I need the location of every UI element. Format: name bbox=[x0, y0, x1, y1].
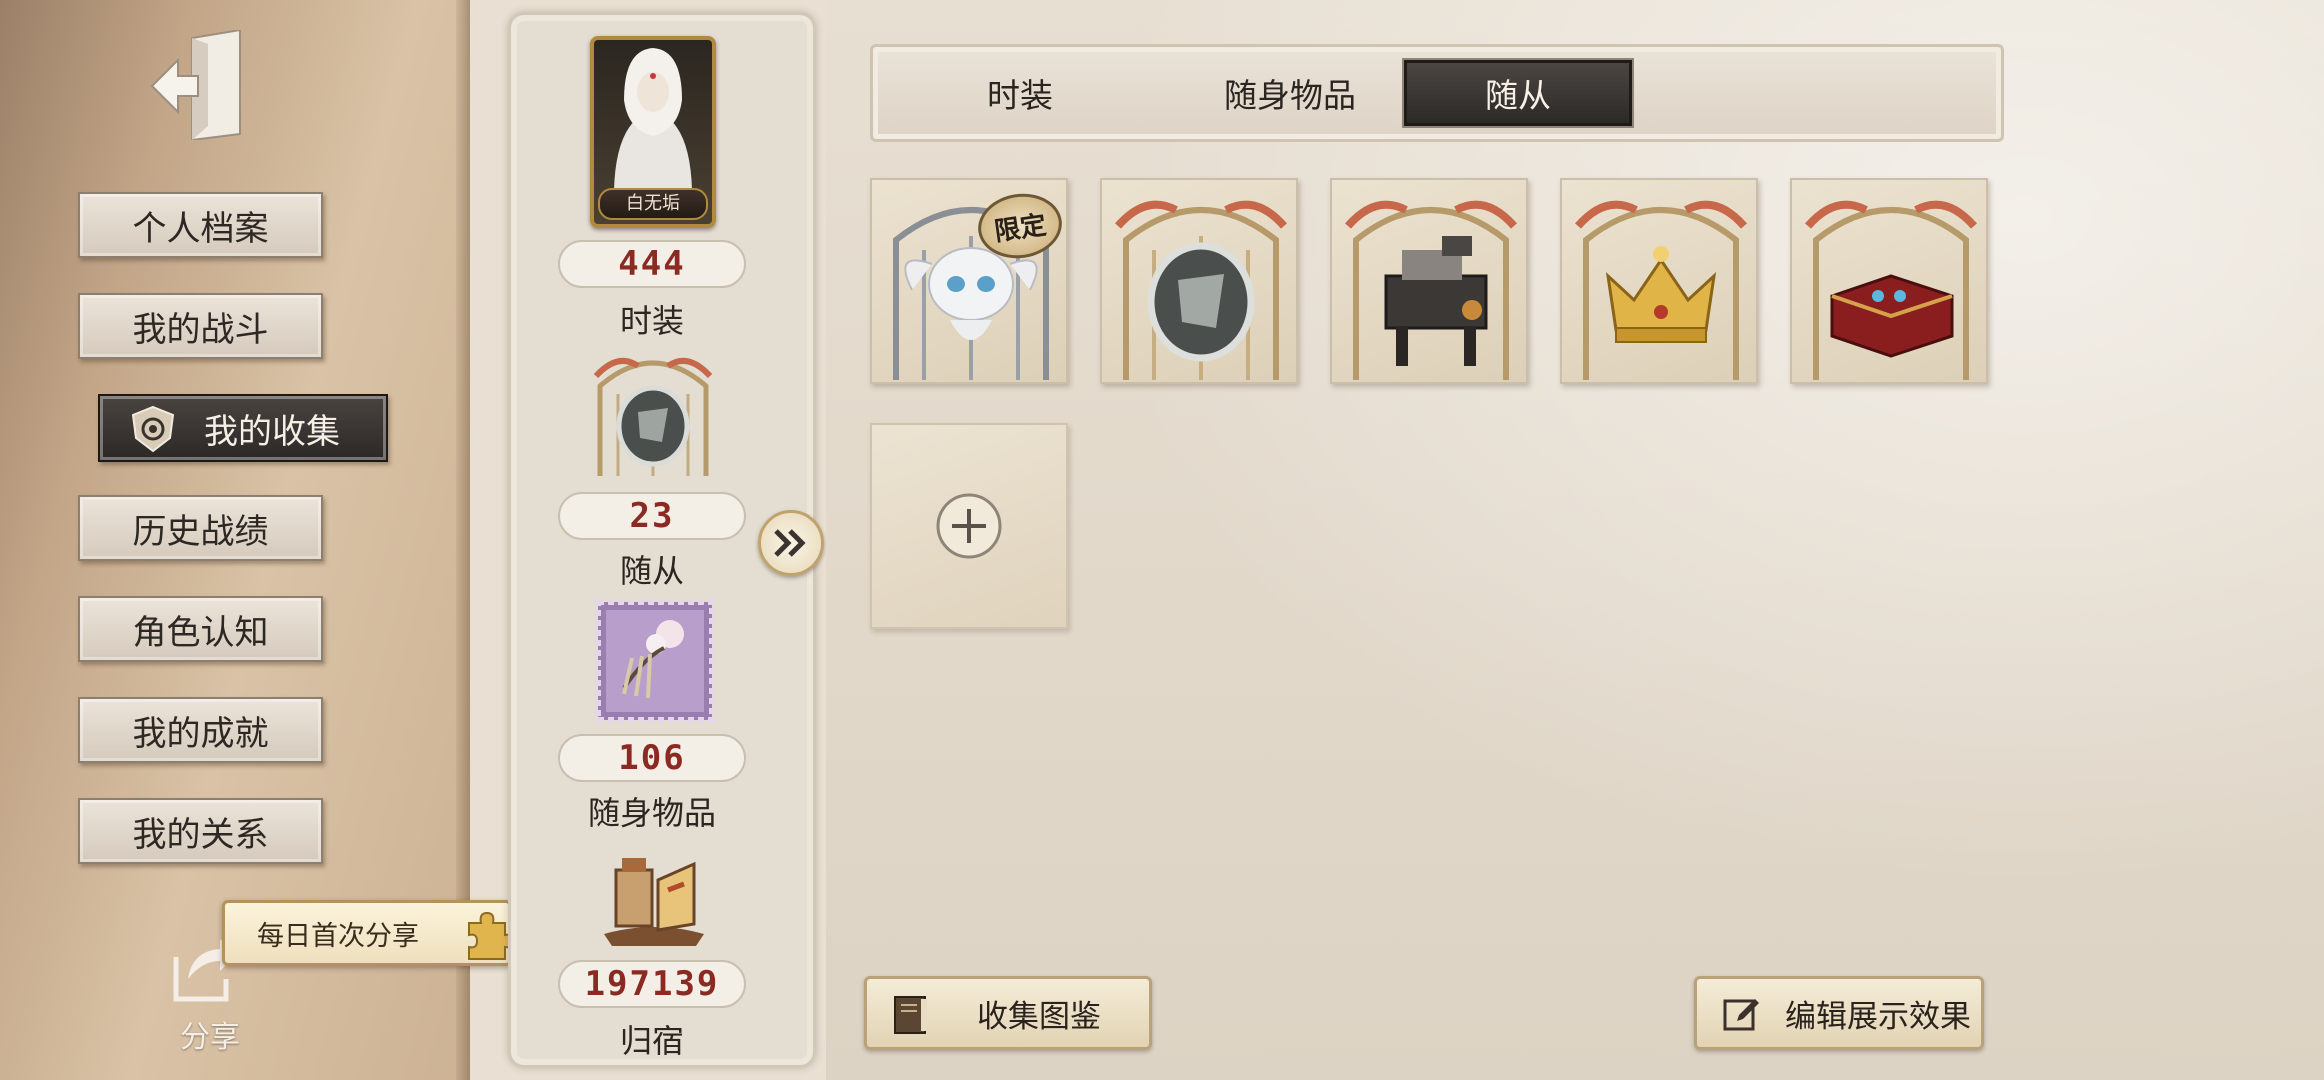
nav-item-achievements[interactable]: 我的成就 bbox=[78, 697, 323, 763]
tab-accessories[interactable]: 随身物品 bbox=[1180, 60, 1400, 126]
character-name: 白无垢 bbox=[598, 188, 708, 220]
book-icon bbox=[889, 993, 933, 1045]
expand-chevron-button[interactable] bbox=[758, 510, 824, 576]
hair-ornament-item-icon[interactable] bbox=[594, 598, 716, 724]
daily-share-text: 每日首次分享 bbox=[257, 920, 419, 952]
nav-item-label: 我的成就 bbox=[132, 713, 269, 754]
silver-mirror-pet-icon[interactable] bbox=[1100, 178, 1298, 384]
nav-item-profile[interactable]: 个人档案 bbox=[78, 192, 323, 258]
edit-pencil-icon bbox=[1719, 993, 1763, 1045]
tab-pets[interactable]: 随从 bbox=[1404, 60, 1632, 126]
nav-item-relations[interactable]: 我的关系 bbox=[78, 798, 323, 864]
nav-item-label: 我的收集 bbox=[204, 411, 340, 452]
share-label: 分享 bbox=[180, 1020, 240, 1055]
costume-label: 时装 bbox=[619, 302, 684, 340]
red-music-box-pet-icon[interactable] bbox=[1790, 178, 1988, 384]
character-portrait[interactable]: 白无垢 bbox=[590, 36, 716, 228]
accessory-count: 106 bbox=[558, 734, 746, 782]
mechanical-robot-pet-icon[interactable] bbox=[1330, 178, 1528, 384]
edit-display-label: 编辑展示效果 bbox=[1785, 998, 1971, 1035]
pet-count: 23 bbox=[558, 492, 746, 540]
daily-share-tip[interactable]: 每日首次分享 bbox=[222, 900, 517, 966]
nav-item-history[interactable]: 历史战绩 bbox=[78, 495, 323, 561]
golden-crown-pet-icon[interactable] bbox=[1560, 178, 1758, 384]
pet-label: 随从 bbox=[619, 552, 684, 590]
nav-item-character-knowledge[interactable]: 角色认知 bbox=[78, 596, 323, 662]
tab-label: 随身物品 bbox=[1224, 76, 1356, 115]
home-residence-icon[interactable] bbox=[598, 850, 710, 950]
nav-item-battle[interactable]: 我的战斗 bbox=[78, 293, 323, 359]
shield-emblem-icon bbox=[128, 404, 178, 454]
nav-item-label: 我的关系 bbox=[132, 814, 269, 855]
double-chevron-right-icon bbox=[774, 529, 806, 557]
white-winged-cat-pet-icon[interactable]: 限定 bbox=[870, 178, 1068, 384]
tab-costumes[interactable]: 时装 bbox=[940, 60, 1100, 126]
nav-item-label: 个人档案 bbox=[132, 208, 269, 249]
nav-item-label: 我的战斗 bbox=[132, 309, 269, 350]
accessory-label: 随身物品 bbox=[587, 794, 716, 832]
nav-item-label: 历史战绩 bbox=[132, 511, 269, 552]
collection-codex-button[interactable]: 收集图鉴 bbox=[864, 976, 1152, 1050]
nav-item-label: 角色认知 bbox=[132, 612, 269, 653]
residence-label: 归宿 bbox=[619, 1022, 684, 1060]
exit-door-icon[interactable] bbox=[148, 28, 248, 142]
costume-count: 444 bbox=[558, 240, 746, 288]
residence-count: 197139 bbox=[558, 960, 746, 1008]
tab-label: 随从 bbox=[1485, 76, 1551, 115]
tab-label: 时装 bbox=[987, 76, 1053, 115]
puzzle-piece-icon bbox=[459, 907, 517, 963]
edit-display-button[interactable]: 编辑展示效果 bbox=[1694, 976, 1984, 1050]
collection-codex-label: 收集图鉴 bbox=[977, 998, 1101, 1035]
plus-icon bbox=[936, 493, 1002, 559]
nav-item-collection[interactable]: 我的收集 bbox=[98, 394, 388, 462]
silver-mirror-pet-icon[interactable] bbox=[588, 346, 718, 480]
add-display-slot[interactable] bbox=[870, 423, 1068, 629]
